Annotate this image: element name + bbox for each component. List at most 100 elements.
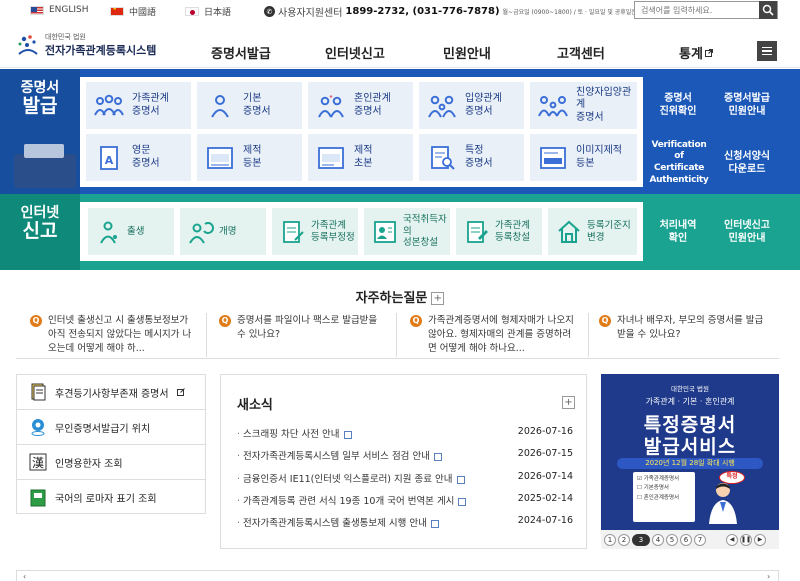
link-form-download[interactable]: 신청서양식 다운로드 xyxy=(714,141,780,185)
tile-label-line2: 등록창설 xyxy=(495,231,530,243)
lang-english-label: ENGLISH xyxy=(49,5,89,15)
quicklink-label: 후견등기사항부존재 증명서 xyxy=(55,388,169,400)
link-line1: 신청서양식 xyxy=(724,151,770,162)
tile-removed-record-copy[interactable]: 제적 등본 xyxy=(197,134,302,181)
banner-page-dot[interactable]: 6 xyxy=(680,533,692,546)
tile-label-line2: 등본 xyxy=(243,157,262,169)
news-item[interactable]: 전자가족관계등록시스템 일부 서비스 점검 안내 2026-07-15 xyxy=(237,448,573,462)
menu-hamburger-button[interactable] xyxy=(757,41,777,61)
news-more-button[interactable]: + xyxy=(562,396,575,409)
question-icon: Q xyxy=(219,315,231,327)
search-input[interactable] xyxy=(635,2,760,18)
faq-item[interactable]: Q 인터넷 출생신고 시 출생통보정보가 아직 전송되지 않았다는 메시지가 나… xyxy=(28,314,196,356)
house-icon xyxy=(556,219,582,245)
banner-prev-button[interactable]: ◀ xyxy=(726,533,738,546)
tile-marriage-cert[interactable]: 혼인관계 증명서 xyxy=(308,82,413,129)
link-cert-civil-guide[interactable]: 증명서발급민원안내 xyxy=(714,83,780,127)
link-line2: Certificate xyxy=(653,163,705,173)
link-cert-verification[interactable]: 증명서 진위확인 xyxy=(648,83,708,127)
call-center-info: ✆ 사용자지원센터 1899-2732, (031-776-7878) 월~금요… xyxy=(264,4,650,19)
news-item-date: 2025-02-14 xyxy=(517,493,573,504)
tile-surname-origin-creation[interactable]: 국적취득자의 성본창설 xyxy=(364,208,450,255)
nav-customer-center[interactable]: 고객센터 xyxy=(557,43,605,62)
strip-next-icon[interactable]: › xyxy=(767,572,770,581)
site-header: 대한민국 법원 전자가족관계등록시스템 증명서발급 인터넷신고 민원안내 고객센… xyxy=(0,22,800,68)
court-emblem-icon xyxy=(15,32,41,58)
strip-prev-icon[interactable]: ‹ xyxy=(23,572,26,581)
banner-page-dot[interactable]: 1 xyxy=(604,533,616,546)
faq-item[interactable]: Q 자녀나 배우자, 부모의 증명서를 발급 받을 수 있나요? xyxy=(597,314,779,356)
faq-more-button[interactable]: + xyxy=(431,292,445,305)
promo-banner[interactable]: 대한민국 법원 가족관계 · 기본 · 혼인관계 특정증명서 발급서비스 202… xyxy=(601,374,779,530)
tile-basic-cert[interactable]: 기본 증명서 xyxy=(197,82,302,129)
news-item[interactable]: 가족관계등록 관련 서식 19종 10개 국어 번역본 게시 2025-02-14 xyxy=(237,493,573,507)
banner-pause-button[interactable]: ❚❚ xyxy=(740,533,752,546)
quicklink-romanization[interactable]: 국어의 로마자 표기 조회 xyxy=(17,480,205,515)
nav-civil-guide[interactable]: 민원안내 xyxy=(443,43,491,62)
link-process-history[interactable]: 처리내역 확인 xyxy=(648,210,708,254)
quicklink-guardianship-cert[interactable]: 후견등기사항부존재 증명서 xyxy=(17,375,205,410)
link-line1: 증명서발급 xyxy=(724,93,770,104)
tile-image-record-copy[interactable]: 이미지제적 등본 xyxy=(530,134,637,181)
tile-family-relation-cert[interactable]: 가족관계 증명서 xyxy=(86,82,191,129)
tile-label-line2: 등록부정정 xyxy=(311,231,355,243)
question-icon: Q xyxy=(599,315,611,327)
search-button[interactable] xyxy=(759,1,777,19)
tile-label-line1: 등록기준지 xyxy=(587,219,631,231)
banner-page-dot[interactable]: 2 xyxy=(618,533,630,546)
quicklink-hanja-search[interactable]: 漢 인명용한자 조회 xyxy=(17,445,205,480)
nav-statistics-label: 통계 xyxy=(679,47,703,62)
site-logo[interactable]: 대한민국 법원 전자가족관계등록시스템 xyxy=(15,32,156,58)
nav-statistics[interactable]: 통계 xyxy=(679,43,713,62)
tile-base-address-change[interactable]: 등록기준지 변경 xyxy=(548,208,637,255)
search-document-icon xyxy=(427,145,457,171)
certificate-section-title: 증명서 발급 xyxy=(0,69,80,194)
faq-item[interactable]: Q 가족관계증명서에 형제자매가 나오지 않아요. 형제자매의 관계를 증명하려… xyxy=(408,314,584,356)
lang-japanese-link[interactable]: 日本語 xyxy=(185,5,231,18)
banner-pager: 1 2 3 4 5 6 7 ◀ ❚❚ ▶ xyxy=(601,530,779,549)
news-item[interactable]: 스크래핑 차단 사전 안내 2026-07-16 xyxy=(237,426,573,440)
nav-internet-report[interactable]: 인터넷신고 xyxy=(325,43,385,62)
link-line2: 민원안내 xyxy=(728,106,766,117)
tile-register-creation[interactable]: 가족관계 등록창설 xyxy=(456,208,542,255)
banner-page-dot[interactable]: 4 xyxy=(652,533,664,546)
removed-record-excerpt-icon xyxy=(316,145,346,171)
link-english-verification[interactable]: Verification of Certificate Authenticity xyxy=(646,140,712,185)
tile-label-line2: 변경 xyxy=(587,231,605,243)
nav-certificate[interactable]: 증명서발급 xyxy=(211,43,271,62)
certificate-tiles: 가족관계 증명서 기본 증명서 혼인관계 증명서 입양관계 증명서 친양자입양관계 증명서… xyxy=(80,77,643,187)
news-item-title: 전자가족관계등록시스템 출생통보제 시행 안내 xyxy=(243,518,427,529)
tile-label-line1: 혼인관계 xyxy=(354,93,391,104)
question-icon: Q xyxy=(410,315,422,327)
link-report-civil-guide[interactable]: 인터넷신고 민원안내 xyxy=(714,210,780,254)
tile-name-change[interactable]: 개명 xyxy=(180,208,266,255)
banner-page-dot[interactable]: 7 xyxy=(694,533,706,546)
bottom-partner-strip: ‹ › xyxy=(16,570,779,581)
tile-record-correction[interactable]: 가족관계 등록부정정 xyxy=(272,208,358,255)
banner-page-dot[interactable]: 5 xyxy=(666,533,678,546)
news-panel: 새소식 + 스크래핑 차단 사전 안내 2026-07-16 전자가족관계등록시스… xyxy=(220,374,587,549)
tile-english-cert[interactable]: A 영문 증명서 xyxy=(86,134,191,181)
tile-removed-record-excerpt[interactable]: 제적 초본 xyxy=(308,134,413,181)
news-item[interactable]: 금융인증서 IE11(인터넷 익스플로러) 지원 종료 안내 2026-07-14 xyxy=(237,471,573,485)
removed-record-icon xyxy=(205,145,235,171)
nationality-icon xyxy=(372,219,398,245)
tile-label-line1: 영문 xyxy=(132,145,151,156)
banner-page-dot-active[interactable]: 3 xyxy=(632,533,650,546)
banner-form-item: 혼인관계증명서 xyxy=(643,494,680,501)
lang-chinese-link[interactable]: 中國語 xyxy=(110,5,156,18)
faq-line2: 받을 수 있나요? xyxy=(617,328,681,340)
tile-full-adoption-cert[interactable]: 친양자입양관계 증명서 xyxy=(530,82,637,129)
lang-english-link[interactable]: ENGLISH xyxy=(30,5,89,15)
faq-item[interactable]: Q 증명서를 파일이나 팩스로 발급받을 수 있나요? xyxy=(217,314,389,356)
us-flag-icon xyxy=(30,5,44,15)
news-item-date: 2026-07-16 xyxy=(517,426,573,437)
quicklink-kiosk-location[interactable]: 무인증명서발급기 위치 xyxy=(17,410,205,445)
tile-birth-report[interactable]: 출생 xyxy=(88,208,174,255)
tile-adoption-cert[interactable]: 입양관계 증명서 xyxy=(419,82,524,129)
news-item[interactable]: 전자가족관계등록시스템 출생통보제 시행 안내 2024-07-16 xyxy=(237,515,573,529)
tile-specific-cert[interactable]: 특정 증명서 xyxy=(419,134,524,181)
news-item-title: 스크래핑 차단 사전 안내 xyxy=(243,429,340,440)
banner-next-button[interactable]: ▶ xyxy=(754,533,766,546)
quicklink-label: 무인증명서발급기 위치 xyxy=(55,423,151,435)
